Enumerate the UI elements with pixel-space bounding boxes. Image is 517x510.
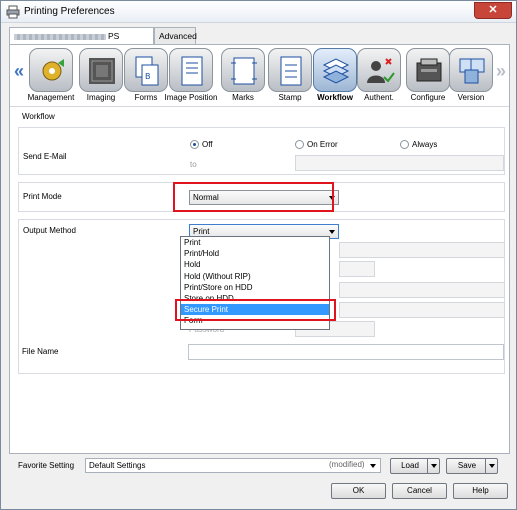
radio-always-label: Always xyxy=(412,140,438,149)
tab-advanced-label: Advanced xyxy=(159,31,197,41)
favorite-setting-label: Favorite Setting xyxy=(18,461,75,470)
radio-on-error-label: On Error xyxy=(307,140,338,149)
category-authentication[interactable]: Authent. xyxy=(355,48,403,105)
disabled-field-2[interactable] xyxy=(339,261,375,277)
printer-icon xyxy=(6,5,20,19)
disabled-field-4[interactable] xyxy=(339,302,505,318)
svg-text:B: B xyxy=(145,72,151,81)
chevron-down-icon[interactable] xyxy=(370,464,376,468)
chevron-down-icon xyxy=(329,230,335,234)
email-to-field[interactable] xyxy=(295,155,504,171)
to-label: to xyxy=(190,160,197,169)
load-button-label: Load xyxy=(401,461,419,470)
help-button[interactable]: Help xyxy=(453,483,508,499)
highlight-print-mode xyxy=(173,182,334,212)
radio-on-error[interactable] xyxy=(295,140,304,149)
management-icon xyxy=(29,48,73,92)
radio-off-label: Off xyxy=(202,140,213,149)
category-image-position-label: Image Position xyxy=(164,93,218,102)
authentication-icon xyxy=(357,48,401,92)
workflow-panel: « Management Imaging B Forms Image Posit… xyxy=(9,44,510,454)
save-menu-icon[interactable] xyxy=(485,459,497,473)
workflow-icon xyxy=(313,48,357,92)
option-hold-without-rip[interactable]: Hold (Without RIP) xyxy=(181,271,329,282)
modified-indicator: (modified) xyxy=(329,460,365,469)
highlight-secure-print xyxy=(175,299,336,321)
stamp-icon xyxy=(268,48,312,92)
cancel-button[interactable]: Cancel xyxy=(392,483,447,499)
option-print-store-hdd[interactable]: Print/Store on HDD xyxy=(181,282,329,293)
disabled-field-3[interactable] xyxy=(339,282,505,298)
file-name-field[interactable] xyxy=(188,344,504,360)
tab-ps-label: PS xyxy=(108,31,120,41)
forms-icon: B xyxy=(124,48,168,92)
output-method-label: Output Method xyxy=(23,226,76,235)
ok-button[interactable]: OK xyxy=(331,483,386,499)
disabled-field-1[interactable] xyxy=(339,242,505,258)
imaging-icon xyxy=(79,48,123,92)
category-icon-bar: « Management Imaging B Forms Image Posit… xyxy=(10,45,509,107)
close-icon: ✕ xyxy=(488,4,498,16)
tab-strip: PS Advanced xyxy=(9,27,509,46)
print-mode-label: Print Mode xyxy=(23,192,62,201)
redacted-printer-name xyxy=(14,33,106,40)
load-menu-icon[interactable] xyxy=(427,459,439,473)
image-position-icon xyxy=(169,48,213,92)
save-button[interactable]: Save xyxy=(446,458,498,474)
radio-always[interactable] xyxy=(400,140,409,149)
category-management[interactable]: Management xyxy=(27,48,75,105)
version-icon xyxy=(449,48,493,92)
file-name-group: File Name xyxy=(18,341,505,361)
send-email-group: Send E-Mail Off On Error Always to xyxy=(18,127,505,175)
scroll-right-icon[interactable]: » xyxy=(496,61,506,82)
option-print-hold[interactable]: Print/Hold xyxy=(181,248,329,259)
send-email-label: Send E-Mail xyxy=(23,152,67,161)
category-version[interactable]: Version xyxy=(447,48,495,105)
load-button[interactable]: Load xyxy=(390,458,440,474)
output-method-value: Print xyxy=(193,227,210,236)
option-print[interactable]: Print xyxy=(181,237,329,248)
category-version-label: Version xyxy=(457,93,485,102)
title-bar: Printing Preferences ✕ xyxy=(1,1,516,23)
printing-preferences-window: Printing Preferences ✕ PS Advanced « Man… xyxy=(0,0,517,510)
configure-icon xyxy=(406,48,450,92)
marks-icon xyxy=(221,48,265,92)
radio-off[interactable] xyxy=(190,140,199,149)
tab-advanced[interactable]: Advanced xyxy=(154,27,197,45)
favorite-setting-value: Default Settings xyxy=(89,461,146,470)
category-image-position[interactable]: Image Position xyxy=(165,48,217,105)
close-button[interactable]: ✕ xyxy=(474,2,512,19)
save-button-label: Save xyxy=(457,461,477,470)
window-title: Printing Preferences xyxy=(24,6,115,17)
favorite-setting-bar: Favorite Setting Default Settings (modif… xyxy=(9,456,510,477)
section-title: Workflow xyxy=(22,112,55,121)
option-hold[interactable]: Hold xyxy=(181,259,329,270)
scroll-left-icon[interactable]: « xyxy=(14,61,24,82)
file-name-label: File Name xyxy=(22,347,59,356)
